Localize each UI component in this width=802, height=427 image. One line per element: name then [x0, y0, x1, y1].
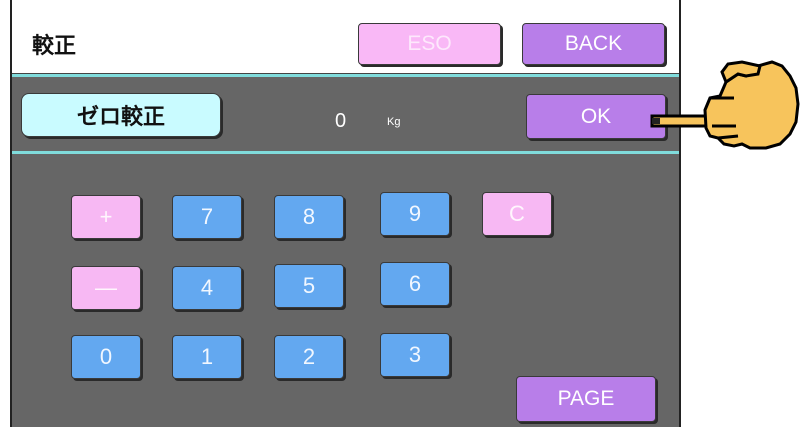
key-3[interactable]: 3 [380, 333, 450, 377]
pointing-hand-icon [650, 60, 800, 150]
key-9[interactable]: 9 [380, 192, 450, 236]
key-1[interactable]: 1 [172, 335, 242, 379]
divider-top [12, 74, 679, 77]
key-8[interactable]: 8 [274, 195, 344, 239]
page-button[interactable]: PAGE [516, 376, 656, 422]
ok-button[interactable]: OK [526, 94, 666, 139]
back-button[interactable]: BACK [522, 23, 665, 65]
key-0[interactable]: 0 [71, 335, 141, 379]
eso-button[interactable]: ESO [358, 23, 501, 65]
key-7[interactable]: 7 [172, 195, 242, 239]
key-6[interactable]: 6 [380, 262, 450, 306]
key-2[interactable]: 2 [274, 335, 344, 379]
header-bar: 較正 ESO BACK [12, 0, 679, 75]
clear-key[interactable]: C [482, 192, 552, 236]
weight-unit: Kg [387, 116, 401, 128]
key-5[interactable]: 5 [274, 264, 344, 308]
calibration-panel: 較正 ESO BACK ゼロ較正 0 Kg OK + 7 8 9 C — 4 5… [10, 0, 681, 427]
zero-calibration-button[interactable]: ゼロ較正 [21, 93, 221, 137]
minus-key[interactable]: — [71, 266, 141, 310]
plus-key[interactable]: + [71, 195, 141, 239]
key-4[interactable]: 4 [172, 266, 242, 310]
page-title: 較正 [32, 34, 77, 59]
weight-value: 0 [335, 110, 347, 132]
divider-bottom [12, 151, 679, 154]
